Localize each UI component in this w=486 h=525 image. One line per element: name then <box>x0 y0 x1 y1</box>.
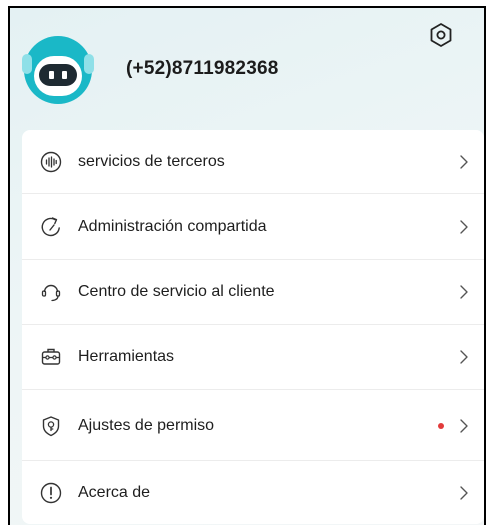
third-party-services-icon <box>40 151 62 173</box>
settings-icon[interactable] <box>428 22 454 48</box>
menu-item-tools[interactable]: Herramientas <box>22 326 484 390</box>
toolbox-icon <box>40 346 62 368</box>
profile-screen: (+52)8711982368 servicios de terceros Ad… <box>8 6 486 525</box>
chevron-right-icon <box>458 418 470 434</box>
avatar-visor <box>39 64 77 86</box>
menu-item-label: Ajustes de permiso <box>78 417 215 434</box>
menu-item-label: Centro de servicio al cliente <box>78 283 275 300</box>
avatar-ear-right <box>84 54 94 74</box>
menu-item-third-party-services[interactable]: servicios de terceros <box>22 130 484 194</box>
menu-item-label: Administración compartida <box>78 218 267 235</box>
permission-shield-icon <box>40 415 62 437</box>
avatar-eye-left <box>49 71 54 79</box>
menu-item-label: servicios de terceros <box>78 153 225 170</box>
menu-item-label: Acerca de <box>78 484 151 501</box>
avatar-ear-left <box>22 54 32 74</box>
divider <box>22 389 484 390</box>
menu-card: servicios de terceros Administración com… <box>22 130 484 524</box>
menu-item-customer-service[interactable]: Centro de servicio al cliente <box>22 261 484 325</box>
shared-management-icon <box>40 216 62 238</box>
chevron-right-icon <box>458 485 470 501</box>
menu-item-shared-management[interactable]: Administración compartida <box>22 196 484 260</box>
divider <box>22 193 484 194</box>
profile-header: (+52)8711982368 <box>10 8 484 130</box>
chevron-right-icon <box>458 284 470 300</box>
menu-item-about[interactable]: Acerca de <box>22 462 484 525</box>
divider <box>22 460 484 461</box>
notification-dot-icon <box>438 423 444 429</box>
divider <box>22 324 484 325</box>
chevron-right-icon <box>458 349 470 365</box>
divider <box>22 259 484 260</box>
info-icon <box>40 482 62 504</box>
avatar-face <box>34 56 82 96</box>
chevron-right-icon <box>458 219 470 235</box>
robot-avatar-icon[interactable] <box>22 36 94 104</box>
headset-icon <box>40 281 62 303</box>
chevron-right-icon <box>458 154 470 170</box>
menu-item-label: Herramientas <box>78 348 175 365</box>
menu-item-permission-settings[interactable]: Ajustes de permiso <box>22 391 484 461</box>
phone-number: (+52)8711982368 <box>126 58 279 79</box>
avatar-eye-right <box>62 71 67 79</box>
